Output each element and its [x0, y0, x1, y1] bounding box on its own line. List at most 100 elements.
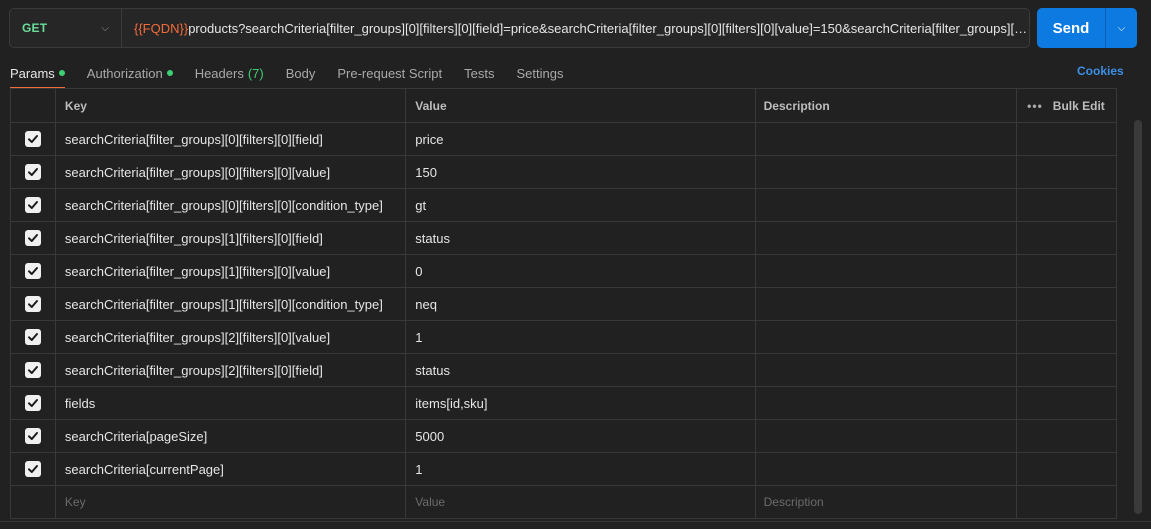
- new-key-input[interactable]: Key: [56, 486, 407, 518]
- tab-label: Authorization: [86, 65, 163, 81]
- param-key[interactable]: searchCriteria[pageSize]: [56, 420, 407, 452]
- header-value: Value: [406, 89, 756, 122]
- param-key[interactable]: searchCriteria[filter_groups][1][filters…: [56, 255, 407, 287]
- divider: [0, 521, 1151, 522]
- row-checkbox[interactable]: [24, 230, 41, 246]
- checkmark-icon: [27, 366, 38, 374]
- tab-label: Pre-request Script: [337, 65, 443, 81]
- row-actions: [1017, 189, 1116, 221]
- cookies-link[interactable]: Cookies: [1077, 64, 1124, 78]
- param-description[interactable]: [756, 123, 1018, 155]
- tab-settings[interactable]: Settings: [516, 62, 563, 84]
- row-checkbox-cell: [11, 255, 56, 287]
- row-actions: [1017, 321, 1116, 353]
- param-description[interactable]: [756, 288, 1018, 320]
- row-checkbox-cell: [11, 321, 56, 353]
- row-checkbox[interactable]: [24, 197, 41, 213]
- param-key[interactable]: searchCriteria[filter_groups][0][filters…: [56, 156, 407, 188]
- chevron-down-icon: ⌵: [101, 22, 109, 34]
- param-key[interactable]: fields: [56, 387, 407, 419]
- param-key[interactable]: searchCriteria[filter_groups][1][filters…: [56, 222, 407, 254]
- row-checkbox[interactable]: [24, 329, 41, 345]
- url-variable: {{FQDN}}: [134, 20, 189, 36]
- tab-pre-request-script[interactable]: Pre-request Script: [337, 62, 442, 84]
- tab-label: Body: [285, 65, 316, 81]
- table-row: searchCriteria[filter_groups][1][filters…: [11, 222, 1116, 255]
- send-button-group: Send ⌵: [1037, 8, 1137, 48]
- tab-params[interactable]: Params: [10, 62, 65, 89]
- table-row: searchCriteria[filter_groups][0][filters…: [11, 189, 1116, 222]
- row-checkbox[interactable]: [24, 428, 41, 444]
- param-key[interactable]: searchCriteria[filter_groups][0][filters…: [56, 189, 407, 221]
- tab-body[interactable]: Body: [286, 62, 316, 84]
- url-input[interactable]: {{FQDN}}products?searchCriteria[filter_g…: [122, 21, 1029, 36]
- row-checkbox-cell: [11, 420, 56, 452]
- table-row: searchCriteria[filter_groups][0][filters…: [11, 123, 1116, 156]
- checkmark-icon: [27, 399, 38, 407]
- method-select[interactable]: GET ⌵: [10, 9, 122, 47]
- param-value[interactable]: status: [406, 354, 756, 386]
- active-indicator-dot: [58, 70, 65, 76]
- table-row: searchCriteria[filter_groups][0][filters…: [11, 156, 1116, 189]
- param-description[interactable]: [756, 354, 1018, 386]
- param-key[interactable]: searchCriteria[currentPage]: [56, 453, 407, 485]
- param-value[interactable]: 5000: [406, 420, 756, 452]
- active-indicator-dot: [166, 70, 173, 76]
- new-value-input[interactable]: Value: [406, 486, 756, 518]
- row-checkbox[interactable]: [24, 131, 41, 147]
- param-value[interactable]: status: [406, 222, 756, 254]
- method-label: GET: [22, 21, 48, 35]
- param-description[interactable]: [756, 453, 1018, 485]
- row-checkbox[interactable]: [24, 164, 41, 180]
- param-value[interactable]: neq: [406, 288, 756, 320]
- tab-authorization[interactable]: Authorization: [87, 62, 173, 84]
- param-key[interactable]: searchCriteria[filter_groups][2][filters…: [56, 321, 407, 353]
- row-checkbox[interactable]: [24, 461, 41, 477]
- row-checkbox[interactable]: [24, 395, 41, 411]
- url-text: products?searchCriteria[filter_groups][0…: [188, 20, 1029, 36]
- checkmark-icon: [27, 201, 38, 209]
- param-description[interactable]: [756, 189, 1018, 221]
- table-row: searchCriteria[currentPage] 1: [11, 453, 1116, 486]
- param-key[interactable]: searchCriteria[filter_groups][1][filters…: [56, 288, 407, 320]
- param-description[interactable]: [756, 156, 1018, 188]
- param-key[interactable]: searchCriteria[filter_groups][2][filters…: [56, 354, 407, 386]
- vertical-scrollbar[interactable]: [1134, 120, 1142, 514]
- send-button[interactable]: Send: [1037, 8, 1105, 48]
- param-value[interactable]: 1: [406, 453, 756, 485]
- param-description[interactable]: [756, 387, 1018, 419]
- param-value[interactable]: gt: [406, 189, 756, 221]
- param-key[interactable]: searchCriteria[filter_groups][0][filters…: [56, 123, 407, 155]
- headers-count: (7): [247, 65, 264, 81]
- param-value[interactable]: price: [406, 123, 756, 155]
- param-value[interactable]: 150: [406, 156, 756, 188]
- param-value[interactable]: items[id,sku]: [406, 387, 756, 419]
- param-value[interactable]: 0: [406, 255, 756, 287]
- tab-label: Tests: [464, 65, 495, 81]
- tab-headers[interactable]: Headers (7): [195, 62, 264, 84]
- param-description[interactable]: [756, 420, 1018, 452]
- request-tabs: Params Authorization Headers (7) Body Pre…: [10, 62, 585, 89]
- row-actions: [1017, 420, 1116, 452]
- row-checkbox-cell: [11, 387, 56, 419]
- header-key: Key: [56, 89, 407, 122]
- new-row-checkbox-cell: [11, 486, 56, 518]
- table-row: searchCriteria[pageSize] 5000: [11, 420, 1116, 453]
- params-table: Key Value Description ••• Bulk Edit sear…: [10, 88, 1117, 519]
- bulk-edit-button[interactable]: ••• Bulk Edit: [1027, 99, 1105, 113]
- row-checkbox[interactable]: [24, 296, 41, 312]
- row-actions: [1017, 453, 1116, 485]
- row-checkbox-cell: [11, 222, 56, 254]
- new-description-input[interactable]: Description: [756, 486, 1018, 518]
- param-description[interactable]: [756, 321, 1018, 353]
- row-checkbox[interactable]: [24, 263, 41, 279]
- param-description[interactable]: [756, 255, 1018, 287]
- param-description[interactable]: [756, 222, 1018, 254]
- row-checkbox-cell: [11, 123, 56, 155]
- row-checkbox[interactable]: [24, 362, 41, 378]
- table-row-new: Key Value Description: [11, 486, 1116, 519]
- param-value[interactable]: 1: [406, 321, 756, 353]
- send-options-button[interactable]: ⌵: [1105, 8, 1137, 48]
- tab-tests[interactable]: Tests: [464, 62, 494, 84]
- row-actions: [1017, 123, 1116, 155]
